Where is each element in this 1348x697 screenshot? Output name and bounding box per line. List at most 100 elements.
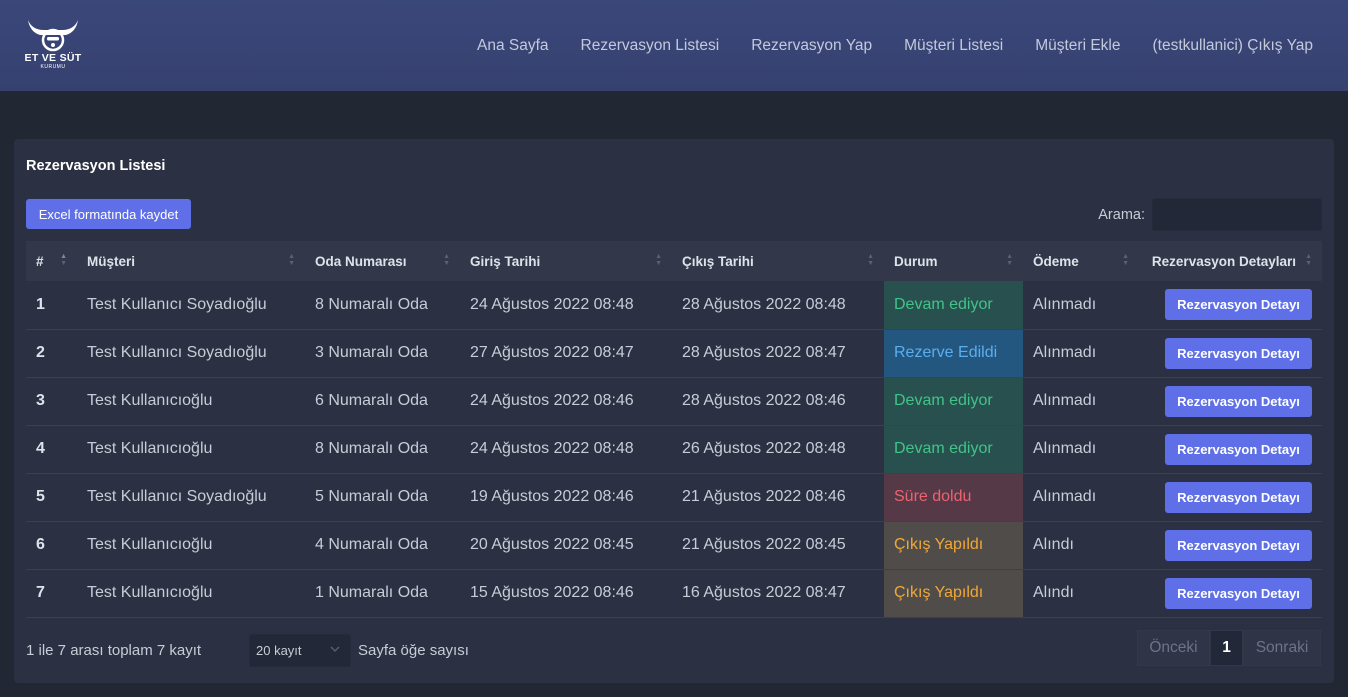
nav-make-reservation[interactable]: Rezervasyon Yap xyxy=(751,37,872,55)
table-row: 4 Test Kullanıcıoğlu 8 Numaralı Oda 24 Ağus… xyxy=(26,425,1322,473)
brand-logo-text: ET VE SÜT xyxy=(24,52,82,64)
brand-logo[interactable]: ET VE SÜT KURUMU xyxy=(22,16,84,72)
cell-checkout: 26 Ağustos 2022 08:48 xyxy=(682,440,846,457)
page-length-select[interactable]: 20 kayıt xyxy=(249,634,351,667)
column-header-label: Durum xyxy=(894,253,938,269)
excel-export-button[interactable]: Excel formatında kaydet xyxy=(26,199,191,229)
column-header-label: # xyxy=(36,253,44,269)
cell-checkout: 16 Ağustos 2022 08:47 xyxy=(682,584,846,601)
page-length-value: 20 kayıt xyxy=(256,643,302,658)
cell-status: Rezerve Edildi xyxy=(884,329,1023,377)
cell-checkout: 21 Ağustos 2022 08:45 xyxy=(682,536,846,553)
cell-payment: Alındı xyxy=(1033,584,1074,601)
navbar: ET VE SÜT KURUMU Ana Sayfa Rezervasyon L… xyxy=(0,0,1348,91)
nav-reservation-list[interactable]: Rezervasyon Listesi xyxy=(581,37,720,55)
cell-checkout: 28 Ağustos 2022 08:48 xyxy=(682,295,846,313)
sort-icon: ▲ ▼ xyxy=(655,253,662,267)
reservation-table: # ▲ ▼ Müşteri ▲ ▼ Oda Numarası ▲ ▼ Giriş Tarih… xyxy=(26,241,1322,618)
cell-no: 2 xyxy=(36,344,45,361)
cell-room: 8 Numaralı Oda xyxy=(315,295,428,313)
reservation-detail-button[interactable]: Rezervasyon Detayı xyxy=(1165,577,1312,609)
sort-icon: ▲ ▼ xyxy=(1122,253,1129,267)
reservation-detail-button[interactable]: Rezervasyon Detayı xyxy=(1165,337,1312,369)
column-header-label: Ödeme xyxy=(1033,253,1079,269)
cell-customer: Test Kullanıcı Soyadıoğlu xyxy=(87,344,267,361)
cell-status: Devam ediyor xyxy=(884,377,1023,425)
table-row: 5 Test Kullanıcı Soyadıoğlu 5 Numaralı Oda… xyxy=(26,473,1322,521)
cell-detail: Rezervasyon Detayı xyxy=(1139,521,1322,569)
table-row: 3 Test Kullanıcıoğlu 6 Numaralı Oda 24 Ağus… xyxy=(26,377,1322,425)
column-header-label: Müşteri xyxy=(87,253,136,269)
reservation-detail-button[interactable]: Rezervasyon Detayı xyxy=(1165,481,1312,513)
cell-payment: Alındı xyxy=(1033,536,1074,553)
cell-no: 5 xyxy=(36,488,45,505)
cell-status: Devam ediyor xyxy=(884,281,1023,329)
column-header-customer[interactable]: Müşteri ▲ ▼ xyxy=(77,241,305,281)
cell-customer: Test Kullanıcı Soyadıoğlu xyxy=(87,295,267,313)
cell-customer: Test Kullanıcı Soyadıoğlu xyxy=(87,488,267,505)
column-header-no[interactable]: # ▲ ▼ xyxy=(26,241,77,281)
cell-detail: Rezervasyon Detayı xyxy=(1139,425,1322,473)
reservation-card: Rezervasyon Listesi Excel formatında kay… xyxy=(14,139,1334,683)
sort-icon: ▲ ▼ xyxy=(288,253,295,267)
pagination-next[interactable]: Sonraki xyxy=(1243,630,1321,666)
cell-checkin: 24 Ağustos 2022 08:48 xyxy=(470,295,634,313)
cell-checkout: 21 Ağustos 2022 08:46 xyxy=(682,488,846,505)
cell-payment: Alınmadı xyxy=(1033,392,1097,409)
reservation-detail-button[interactable]: Rezervasyon Detayı xyxy=(1165,433,1312,465)
cell-status: Devam ediyor xyxy=(884,425,1023,473)
sort-icon: ▲ ▼ xyxy=(867,253,874,267)
cell-checkin: 27 Ağustos 2022 08:47 xyxy=(470,344,634,361)
column-header-status[interactable]: Durum ▲ ▼ xyxy=(884,241,1023,281)
column-header-checkout[interactable]: Çıkış Tarihi ▲ ▼ xyxy=(672,241,884,281)
bull-icon xyxy=(28,20,78,52)
cell-room: 3 Numaralı Oda xyxy=(315,344,428,361)
nav-add-customer[interactable]: Müşteri Ekle xyxy=(1035,37,1120,55)
cell-detail: Rezervasyon Detayı xyxy=(1139,281,1322,329)
nav-links: Ana Sayfa Rezervasyon Listesi Rezervasyo… xyxy=(445,37,1313,55)
search-input[interactable] xyxy=(1152,198,1322,231)
cell-detail: Rezervasyon Detayı xyxy=(1139,377,1322,425)
column-header-room[interactable]: Oda Numarası ▲ ▼ xyxy=(305,241,460,281)
brand-logo-subtext: KURUMU xyxy=(40,64,66,70)
cell-room: 1 Numaralı Oda xyxy=(315,584,428,601)
cell-status: Çıkış Yapıldı xyxy=(884,521,1023,569)
page-length-label: Sayfa öğe sayısı xyxy=(358,642,469,659)
card-title: Rezervasyon Listesi xyxy=(26,158,166,174)
table-row: 6 Test Kullanıcıoğlu 4 Numaralı Oda 20 Ağus… xyxy=(26,521,1322,569)
column-header-label: Rezervasyon Detayları xyxy=(1151,253,1296,269)
column-header-checkin[interactable]: Giriş Tarihi ▲ ▼ xyxy=(460,241,672,281)
nav-customer-list[interactable]: Müşteri Listesi xyxy=(904,37,1003,55)
cell-room: 5 Numaralı Oda xyxy=(315,488,428,505)
cell-detail: Rezervasyon Detayı xyxy=(1139,473,1322,521)
pagination: Önceki 1 Sonraki xyxy=(1137,630,1321,666)
nav-logout[interactable]: (testkullanici) Çıkış Yap xyxy=(1152,37,1313,55)
table-info: 1 ile 7 arası toplam 7 kayıt xyxy=(26,642,202,659)
column-header-label: Çıkış Tarihi xyxy=(682,253,754,269)
cell-payment: Alınmadı xyxy=(1033,440,1097,457)
cell-no: 7 xyxy=(36,584,45,601)
cell-no: 1 xyxy=(36,295,45,313)
column-header-details[interactable]: Rezervasyon Detayları ▲ ▼ xyxy=(1139,241,1322,281)
cell-checkout: 28 Ağustos 2022 08:47 xyxy=(682,344,846,361)
column-header-label: Giriş Tarihi xyxy=(470,253,541,269)
cell-checkout: 28 Ağustos 2022 08:46 xyxy=(682,392,846,409)
table-row: 2 Test Kullanıcı Soyadıoğlu 3 Numaralı Oda… xyxy=(26,329,1322,377)
cell-checkin: 24 Ağustos 2022 08:46 xyxy=(470,392,634,409)
pagination-prev[interactable]: Önceki xyxy=(1137,630,1210,666)
cell-checkin: 20 Ağustos 2022 08:45 xyxy=(470,536,634,553)
cell-room: 6 Numaralı Oda xyxy=(315,392,428,409)
reservation-detail-button[interactable]: Rezervasyon Detayı xyxy=(1165,529,1312,561)
table-row: 7 Test Kullanıcıoğlu 1 Numaralı Oda 15 Ağus… xyxy=(26,569,1322,617)
reservation-detail-button[interactable]: Rezervasyon Detayı xyxy=(1165,289,1312,321)
sort-icon: ▲ ▼ xyxy=(1006,253,1013,267)
column-header-payment[interactable]: Ödeme ▲ ▼ xyxy=(1023,241,1139,281)
cell-checkin: 24 Ağustos 2022 08:48 xyxy=(470,440,634,457)
sort-asc-icon: ▲ ▼ xyxy=(60,253,67,267)
nav-home[interactable]: Ana Sayfa xyxy=(477,37,549,55)
cell-detail: Rezervasyon Detayı xyxy=(1139,569,1322,617)
column-header-label: Oda Numarası xyxy=(315,253,407,269)
cell-room: 4 Numaralı Oda xyxy=(315,536,428,553)
reservation-detail-button[interactable]: Rezervasyon Detayı xyxy=(1165,385,1312,417)
pagination-page-1[interactable]: 1 xyxy=(1210,630,1243,666)
